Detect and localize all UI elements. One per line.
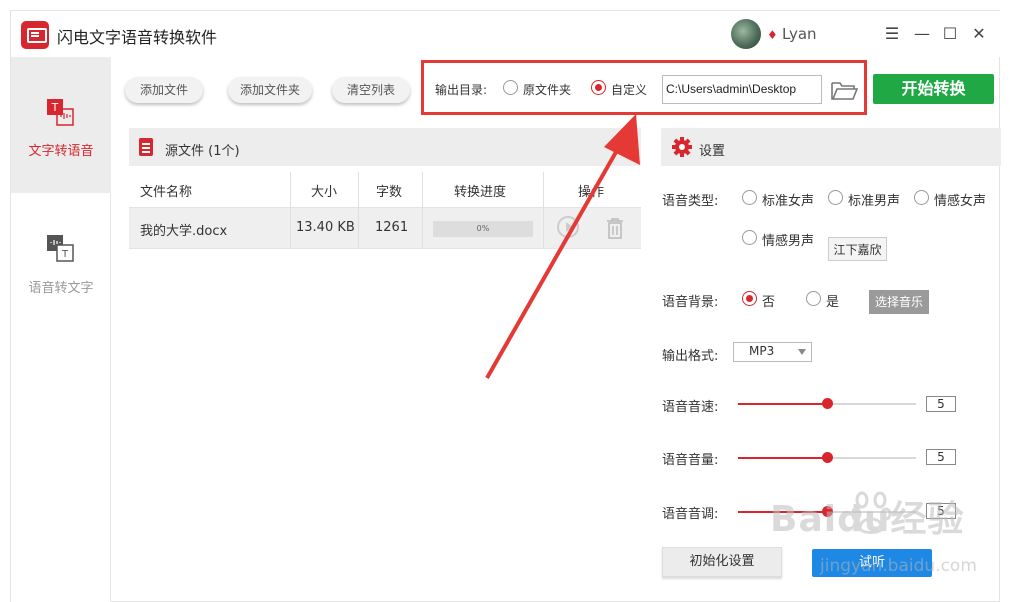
voice-name-button[interactable]: 江下嘉欣 — [828, 237, 887, 261]
column-divider — [290, 172, 291, 249]
app-logo-icon — [21, 21, 49, 49]
voice-option-label[interactable]: 标准男声 — [848, 190, 900, 209]
radio-custom-folder[interactable] — [591, 80, 606, 95]
source-files-title: 源文件 (1个) — [165, 144, 240, 159]
source-files-header: 源文件 (1个) — [129, 128, 641, 166]
column-header: 操作 — [578, 185, 605, 200]
voice-type-label: 语音类型: — [662, 194, 719, 209]
sidebar: T 文字转语音 T 语音转文字 — [11, 57, 111, 602]
speed-value-input[interactable]: 5 — [926, 396, 956, 412]
maximize-button[interactable]: ☐ — [939, 23, 961, 45]
voice-option-label[interactable]: 情感男声 — [762, 230, 814, 249]
background-label: 语音背景: — [662, 295, 719, 310]
radio-background-no[interactable] — [742, 291, 757, 306]
menu-icon[interactable]: ☰ — [881, 23, 903, 45]
sidebar-item-label: 语音转文字 — [28, 281, 94, 296]
output-dir-label: 输出目录: — [435, 83, 488, 97]
char-count-cell: 1261 — [375, 220, 409, 235]
slider-fill — [738, 457, 827, 459]
file-size-cell: 13.40 KB — [296, 220, 355, 235]
column-header: 转换进度 — [454, 185, 507, 200]
file-name-cell: 我的大学.docx — [140, 224, 228, 239]
radio-voice-standard-female[interactable] — [742, 190, 757, 205]
table-header-row: 文件名称 大小 字数 转换进度 操作 — [129, 172, 641, 208]
format-label: 输出格式: — [662, 349, 719, 364]
folder-open-icon[interactable] — [830, 79, 858, 101]
column-header: 字数 — [376, 185, 403, 200]
add-folder-button[interactable]: 添加文件夹 — [228, 77, 312, 103]
radio-source-folder-label[interactable]: 原文件夹 — [523, 81, 571, 98]
radio-voice-emotional-female[interactable] — [914, 190, 929, 205]
output-path-input[interactable]: C:\Users\admin\Desktop — [662, 75, 822, 104]
baidu-watermark: Baidu经验 jingyan.baidu.com — [770, 490, 1010, 600]
sidebar-item-label: 文字转语音 — [28, 144, 94, 159]
close-button[interactable]: ✕ — [968, 23, 990, 45]
pitch-label: 语音音调: — [662, 507, 719, 522]
app-title: 闪电文字语音转换软件 — [57, 28, 218, 47]
background-yes-label[interactable]: 是 — [826, 291, 839, 310]
progress-text: 0% — [476, 224, 490, 233]
sidebar-item-text-to-speech[interactable]: T 文字转语音 — [11, 57, 111, 193]
column-header: 文件名称 — [140, 185, 193, 200]
background-no-label[interactable]: 否 — [762, 291, 775, 310]
settings-header: 设置 — [661, 128, 1001, 166]
radio-voice-standard-male[interactable] — [828, 190, 843, 205]
slider-fill — [738, 403, 827, 405]
voice-option-label[interactable]: 标准女声 — [762, 190, 814, 209]
svg-text:T: T — [61, 249, 69, 260]
table-row[interactable]: 我的大学.docx 13.40 KB 1261 0% — [129, 208, 641, 249]
vip-diamond-icon: ♦ — [767, 28, 778, 42]
volume-slider[interactable] — [738, 452, 916, 463]
start-convert-button[interactable]: 开始转换 — [873, 74, 994, 104]
watermark-brand: Baidu经验 — [770, 499, 965, 540]
voice-option-label[interactable]: 情感女声 — [934, 190, 986, 209]
column-divider — [358, 172, 359, 249]
speech-to-text-icon: T — [47, 235, 74, 262]
column-header: 大小 — [311, 185, 338, 200]
progress-bar: 0% — [433, 221, 533, 237]
minimize-button[interactable]: — — [911, 23, 933, 45]
watermark-url: jingyan.baidu.com — [820, 556, 977, 576]
radio-custom-folder-label[interactable]: 自定义 — [611, 81, 647, 98]
trash-icon[interactable] — [605, 217, 625, 239]
speed-slider[interactable] — [738, 398, 916, 409]
chevron-down-icon — [798, 349, 806, 355]
volume-value-input[interactable]: 5 — [926, 449, 956, 465]
choose-music-button[interactable]: 选择音乐 — [869, 290, 929, 314]
clear-list-button[interactable]: 清空列表 — [332, 77, 410, 103]
title-bar: 闪电文字语音转换软件 ♦ Lyan ☰ — ☐ ✕ — [11, 11, 1001, 57]
speed-label: 语音音速: — [662, 400, 719, 415]
volume-label: 语音音量: — [662, 453, 719, 468]
reset-settings-button[interactable]: 初始化设置 — [662, 547, 782, 577]
column-divider — [543, 172, 544, 249]
sidebar-item-speech-to-text[interactable]: T 语音转文字 — [11, 193, 111, 329]
radio-source-folder[interactable] — [503, 80, 518, 95]
format-select-value: MP3 — [749, 344, 775, 358]
settings-title: 设置 — [699, 144, 726, 159]
slider-thumb[interactable] — [822, 452, 833, 463]
play-icon[interactable] — [557, 216, 579, 238]
user-name[interactable]: Lyan — [782, 25, 817, 43]
gear-icon — [672, 137, 692, 157]
radio-background-yes[interactable] — [806, 291, 821, 306]
format-select[interactable]: MP3 — [733, 342, 812, 362]
document-icon — [139, 138, 153, 156]
slider-thumb[interactable] — [822, 398, 833, 409]
user-avatar[interactable] — [731, 19, 761, 49]
add-file-button[interactable]: 添加文件 — [125, 77, 203, 103]
radio-voice-emotional-male[interactable] — [742, 230, 757, 245]
text-to-speech-icon: T — [47, 99, 74, 126]
column-divider — [422, 172, 423, 249]
